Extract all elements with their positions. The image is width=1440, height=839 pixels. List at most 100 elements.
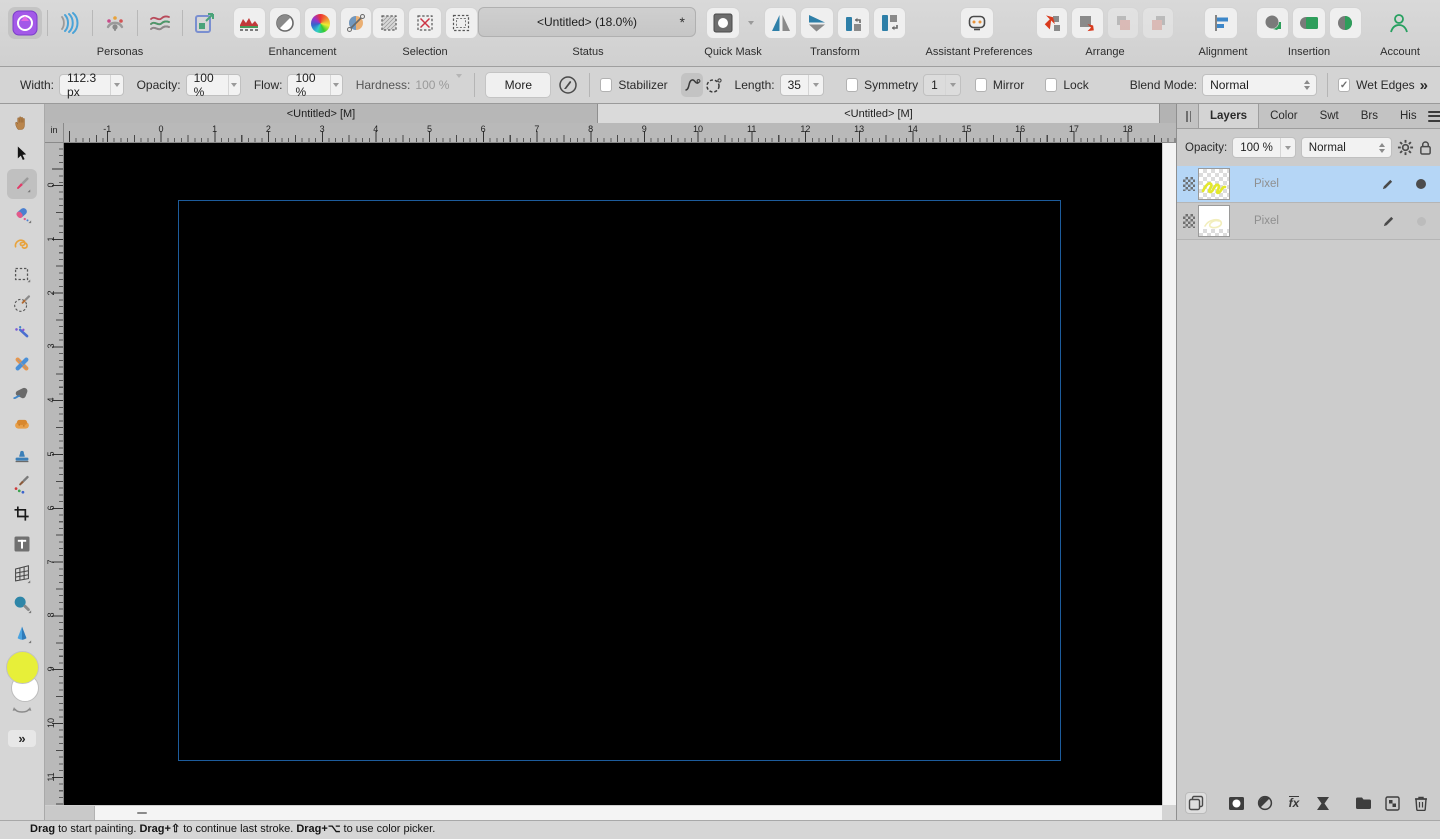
lock-icon[interactable]	[1419, 140, 1432, 156]
crop-tool[interactable]	[7, 499, 37, 529]
quick-mask-options-chevron[interactable]	[743, 7, 759, 39]
add-pixel-layer-button[interactable]	[1381, 792, 1403, 814]
tone-mapping-persona-button[interactable]	[143, 7, 177, 39]
rope-stabilizer-button[interactable]	[680, 73, 703, 97]
layer-effects-button[interactable]: fx	[1283, 792, 1305, 814]
brush-editor-button[interactable]	[557, 73, 579, 97]
delete-layer-button[interactable]	[1410, 792, 1432, 814]
mirror-checkbox[interactable]	[974, 78, 987, 92]
horizontal-ruler[interactable]: -1 0 1 2 3 4 5 6 7 8 9 10 11 12 13 14 15 16 17 18	[64, 123, 1176, 143]
flip-vertical-button[interactable]	[800, 7, 834, 39]
move-tool[interactable]	[7, 139, 37, 169]
document-status-widget[interactable]: <Untitled> (18.0%) *	[478, 7, 696, 37]
stabilizer-checkbox[interactable]	[600, 78, 613, 92]
panel-menu-icon[interactable]	[1427, 104, 1440, 128]
alignment-button[interactable]	[1204, 7, 1238, 39]
layer-thumbnail[interactable]	[1198, 168, 1230, 200]
photo-persona-button[interactable]	[8, 7, 42, 39]
auto-contrast-button[interactable]	[268, 7, 301, 39]
insert-behind-button[interactable]	[1256, 7, 1290, 39]
sharpen-tool[interactable]	[7, 619, 37, 649]
erase-brush-tool[interactable]	[7, 199, 37, 229]
foreground-color-swatch[interactable]	[6, 651, 39, 684]
tab-layers[interactable]: Layers	[1198, 104, 1260, 128]
layer-opacity-input[interactable]: 100 %	[1232, 137, 1296, 158]
layer-drag-handle-icon[interactable]	[1183, 214, 1195, 228]
length-input[interactable]: 35	[779, 74, 824, 96]
paint-brush-tool[interactable]	[7, 169, 37, 199]
tab-color[interactable]: Color	[1259, 104, 1308, 128]
window-stabilizer-button[interactable]	[703, 73, 725, 97]
marquee-selection-tool[interactable]	[7, 259, 37, 289]
context-overflow-chevron[interactable]: »	[1420, 77, 1428, 94]
mask-layer-button[interactable]	[1225, 792, 1247, 814]
edit-all-layers-button[interactable]	[1185, 792, 1207, 814]
flip-horizontal-button[interactable]	[764, 7, 798, 39]
quick-mask-button[interactable]	[706, 7, 740, 39]
tab-history[interactable]: His	[1389, 104, 1428, 128]
text-tool[interactable]	[7, 529, 37, 559]
layer-settings-gear-icon[interactable]	[1397, 139, 1414, 156]
insert-inside-button[interactable]	[1292, 7, 1326, 39]
layer-row-2[interactable]: Pixel	[1177, 203, 1440, 240]
layer-blend-mode-select[interactable]: Normal	[1300, 137, 1392, 158]
move-to-front-button[interactable]	[1036, 7, 1069, 39]
healing-brush-tool[interactable]	[7, 349, 37, 379]
export-persona-button[interactable]	[188, 7, 222, 39]
more-button[interactable]: More	[485, 72, 552, 98]
sponge-tool[interactable]	[7, 409, 37, 439]
move-forward-button[interactable]	[1071, 7, 1104, 39]
liquify-persona-button[interactable]	[53, 7, 87, 39]
account-button[interactable]	[1382, 7, 1416, 39]
view-tool[interactable]	[7, 109, 37, 139]
layer-visibility-toggle[interactable]	[1416, 179, 1426, 189]
canvas-viewport[interactable]	[64, 143, 1162, 805]
tab-brushes[interactable]: Brs	[1350, 104, 1389, 128]
symmetry-checkbox[interactable]	[845, 78, 859, 92]
layer-edit-brush-icon[interactable]	[1382, 215, 1395, 228]
panel-drag-grip[interactable]	[1177, 104, 1198, 128]
deselect-button[interactable]	[408, 7, 442, 39]
auto-white-balance-button[interactable]	[339, 7, 372, 39]
move-backward-button[interactable]	[1106, 7, 1139, 39]
move-to-back-button[interactable]	[1141, 7, 1174, 39]
paint-mixer-brush-tool[interactable]	[7, 379, 37, 409]
layer-edit-brush-icon[interactable]	[1381, 178, 1394, 191]
clone-stamp-tool[interactable]	[7, 439, 37, 469]
vertical-scrollbar[interactable]	[1162, 143, 1176, 805]
swap-colors-button[interactable]	[12, 704, 32, 722]
group-layers-button[interactable]	[1352, 792, 1374, 814]
adjustment-layer-button[interactable]	[1254, 792, 1276, 814]
invert-selection-button[interactable]	[444, 7, 478, 39]
layer-drag-handle-icon[interactable]	[1183, 177, 1195, 191]
live-filter-button[interactable]	[1312, 792, 1334, 814]
wet-edges-checkbox[interactable]: ✓	[1338, 78, 1351, 92]
more-tools-chevron[interactable]: »	[8, 730, 36, 747]
vertical-ruler[interactable]: 0 1 2 3 4 5 6 7 8 9 10 11	[45, 143, 64, 805]
horizontal-scrollbar-thumb[interactable]	[137, 812, 147, 814]
auto-levels-button[interactable]	[233, 7, 266, 39]
layer-thumbnail[interactable]	[1198, 205, 1230, 237]
flow-input[interactable]: 100 %	[287, 71, 343, 99]
color-replacement-brush-tool[interactable]	[7, 469, 37, 499]
opacity-input[interactable]: 100 %	[185, 71, 241, 99]
auto-colour-button[interactable]	[304, 7, 337, 39]
assistant-preferences-button[interactable]	[960, 7, 994, 39]
blur-tool[interactable]	[7, 589, 37, 619]
develop-persona-button[interactable]	[98, 7, 132, 39]
document-tab-2[interactable]: <Untitled> [M]	[598, 104, 1160, 123]
blend-mode-select[interactable]: Normal	[1202, 74, 1318, 96]
layer-visibility-toggle[interactable]	[1417, 216, 1426, 226]
selection-brush-tool[interactable]	[7, 289, 37, 319]
document-tab-1[interactable]: <Untitled> [M]	[45, 104, 598, 123]
horizontal-scrollbar[interactable]	[45, 805, 1162, 821]
symmetry-count-input[interactable]: 1	[923, 74, 961, 96]
layer-row-1[interactable]: Pixel	[1177, 166, 1440, 203]
insert-on-top-button[interactable]	[1328, 7, 1362, 39]
freehand-selection-tool[interactable]	[7, 229, 37, 259]
brush-width-input[interactable]: 112.3 px	[59, 71, 124, 99]
rotate-counterclockwise-button[interactable]	[836, 7, 870, 39]
flood-select-tool[interactable]	[7, 319, 37, 349]
lock-checkbox[interactable]	[1045, 78, 1058, 92]
rotate-clockwise-button[interactable]	[872, 7, 906, 39]
